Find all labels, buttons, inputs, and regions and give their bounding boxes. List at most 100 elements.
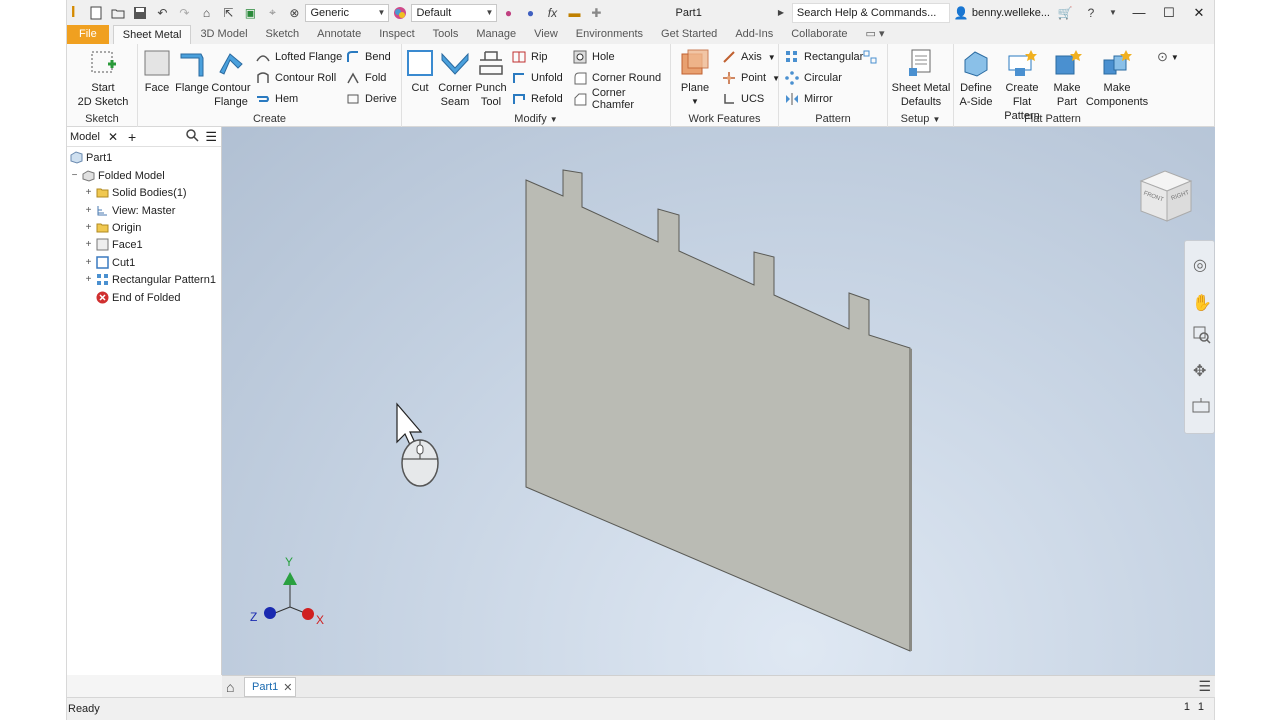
home-tab-icon[interactable]: ⌂	[226, 679, 234, 695]
unfold-button[interactable]: Unfold	[512, 69, 563, 87]
tree-item-folded-model[interactable]: − Folded Model	[70, 167, 165, 184]
derive-button[interactable]: Derive	[346, 90, 397, 108]
browser-search-icon[interactable]	[186, 128, 199, 145]
tab-sheet-metal[interactable]: Sheet Metal	[112, 25, 192, 44]
tree-root-part1[interactable]: Part1	[70, 149, 112, 166]
tab-get-started[interactable]: Get Started	[652, 25, 726, 44]
part-face[interactable]	[525, 169, 911, 652]
new-file-icon[interactable]	[87, 4, 105, 22]
plane-dropdown-icon[interactable]: ▼	[677, 95, 713, 109]
start-2d-sketch-button[interactable]: Start 2D Sketch	[75, 48, 131, 109]
corner-seam-button[interactable]: Corner Seam	[437, 48, 473, 109]
expand-icon[interactable]: +	[84, 187, 93, 198]
tab-model[interactable]: Model	[70, 131, 100, 143]
lofted-flange-button[interactable]: Lofted Flange	[256, 48, 342, 66]
home-icon[interactable]: ⌂	[197, 4, 215, 22]
hole-button[interactable]: Hole	[573, 48, 615, 66]
circular-pattern-button[interactable]: Circular	[785, 69, 842, 87]
update-icon[interactable]: ▣	[241, 4, 259, 22]
plus-icon[interactable]: ✚	[587, 4, 605, 22]
contour-roll-button[interactable]: Contour Roll	[256, 69, 336, 87]
define-a-side-button[interactable]: Define A-Side	[956, 48, 996, 109]
collapse-icon[interactable]: −	[70, 170, 79, 181]
doc-tabs-menu-icon[interactable]: ☰	[1198, 678, 1211, 695]
tree-item-cut1[interactable]: + Cut1	[84, 254, 135, 271]
minimize-button[interactable]: —	[1124, 5, 1154, 20]
bend-button[interactable]: Bend	[346, 48, 391, 66]
refold-button[interactable]: Refold	[512, 90, 563, 108]
save-icon[interactable]	[131, 4, 149, 22]
ruler-icon[interactable]: ▬	[565, 4, 583, 22]
punch-tool-button[interactable]: Punch Tool	[474, 48, 508, 109]
expand-icon[interactable]: +	[84, 257, 93, 268]
tree-item-origin[interactable]: + Origin	[84, 219, 142, 236]
tab-tools[interactable]: Tools	[424, 25, 468, 44]
ribbon-expand-icon[interactable]: ⊙ ▼	[1157, 48, 1179, 66]
material-dropdown[interactable]: Generic ▼	[305, 3, 390, 22]
tab-environments[interactable]: Environments	[567, 25, 652, 44]
steering-wheel-icon[interactable]: ◎	[1193, 255, 1207, 275]
close-doc-tab-icon[interactable]: ✕	[283, 681, 292, 694]
user-icon[interactable]: 👤	[952, 4, 970, 22]
material-icon[interactable]: ⊗	[285, 4, 303, 22]
open-icon[interactable]	[109, 4, 127, 22]
flange-button[interactable]: Flange	[175, 48, 209, 95]
tab-view[interactable]: View	[525, 25, 567, 44]
contour-flange-button[interactable]: Contour Flange	[211, 48, 251, 109]
search-input[interactable]: Search Help & Commands...	[791, 2, 950, 23]
expand-icon[interactable]: +	[84, 222, 93, 233]
tab-add-ins[interactable]: Add-Ins	[726, 25, 782, 44]
panel-title-modify[interactable]: Modify ▼	[402, 113, 670, 125]
make-part-button[interactable]: Make Part	[1050, 48, 1084, 109]
ucs-button[interactable]: UCS	[722, 90, 764, 108]
tab-manage[interactable]: Manage	[467, 25, 525, 44]
create-flat-pattern-button[interactable]: Create Flat Pattern	[994, 48, 1050, 123]
fold-button[interactable]: Fold	[346, 69, 386, 87]
cut-button[interactable]: Cut	[405, 48, 435, 95]
rectangular-pattern-button[interactable]: Rectangular	[785, 48, 863, 66]
doc-tab-part1[interactable]: Part1 ✕	[244, 677, 296, 697]
view-cube[interactable]: FRONT RIGHT	[1137, 167, 1197, 227]
mirror-button[interactable]: Mirror	[785, 90, 833, 108]
tab-annotate[interactable]: Annotate	[308, 25, 370, 44]
close-browser-icon[interactable]: ✕	[108, 130, 118, 144]
expand-icon[interactable]: +	[84, 274, 93, 285]
sheet-metal-defaults-button[interactable]: Sheet Metal Defaults	[890, 48, 952, 109]
adjust-icon[interactable]: ●	[499, 4, 517, 22]
clear-icon[interactable]: ●	[521, 4, 539, 22]
appearance-icon[interactable]	[391, 4, 409, 22]
point-button[interactable]: Point ▼	[722, 69, 780, 87]
ribbon-options-icon[interactable]: ▭ ▾	[857, 25, 894, 44]
tree-item-end-of-folded[interactable]: End of Folded	[96, 289, 181, 306]
expand-icon[interactable]: +	[84, 205, 93, 216]
tree-item-solid-bodies[interactable]: + Solid Bodies(1)	[84, 184, 187, 201]
select-icon[interactable]: ⇱	[219, 4, 237, 22]
tab-sketch[interactable]: Sketch	[257, 25, 309, 44]
graphics-viewport[interactable]: Y X Z FRONT RIGHT ◎ ✋ ✥	[222, 127, 1215, 675]
help-icon[interactable]: ?	[1082, 4, 1100, 22]
cart-icon[interactable]: 🛒	[1056, 4, 1074, 22]
look-at-icon[interactable]	[1192, 398, 1210, 417]
tree-item-face1[interactable]: + Face1	[84, 236, 143, 253]
corner-chamfer-button[interactable]: Corner Chamfer	[573, 87, 670, 111]
axis-button[interactable]: Axis ▼	[722, 48, 776, 66]
pattern-extra-icon[interactable]	[863, 48, 882, 66]
tab-inspect[interactable]: Inspect	[370, 25, 423, 44]
inventor-logo-icon[interactable]: I	[71, 4, 75, 22]
close-button[interactable]: ✕	[1184, 5, 1214, 21]
rip-button[interactable]: Rip	[512, 48, 548, 66]
make-components-button[interactable]: Make Components	[1084, 48, 1150, 109]
panel-title-setup[interactable]: Setup ▼	[888, 113, 953, 125]
fx-parameters-icon[interactable]: fx	[543, 4, 561, 22]
tab-file[interactable]: File	[67, 25, 109, 44]
pan-icon[interactable]: ✋	[1192, 293, 1212, 313]
help-dropdown-icon[interactable]: ▼	[1104, 4, 1122, 22]
hem-button[interactable]: Hem	[256, 90, 298, 108]
appearance-dropdown[interactable]: Default ▼	[411, 3, 498, 22]
tab-collaborate[interactable]: Collaborate	[782, 25, 856, 44]
expand-icon[interactable]: +	[84, 239, 93, 250]
measure-icon[interactable]: ⌖	[263, 4, 281, 22]
browser-menu-icon[interactable]: ☰	[205, 129, 217, 145]
maximize-button[interactable]: ☐	[1154, 5, 1184, 21]
tree-item-view-master[interactable]: + View: Master	[84, 202, 176, 219]
